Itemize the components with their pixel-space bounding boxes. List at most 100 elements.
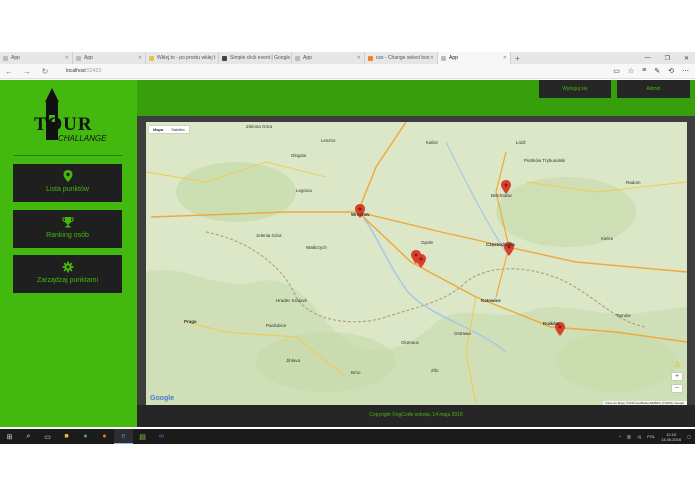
file-explorer-icon[interactable]: ■	[57, 429, 76, 444]
restore-icon[interactable]: ❐	[665, 55, 670, 62]
city-label: Radom	[626, 180, 641, 185]
sidebar-item-label: Ranking osób	[46, 232, 89, 239]
zoom-out-button[interactable]: −	[672, 385, 682, 392]
map-type-map[interactable]: Mapa	[149, 126, 167, 133]
window-controls: — ❐ ✕	[645, 55, 695, 62]
gear-icon	[62, 261, 73, 273]
city-label: Pardubice	[266, 323, 287, 328]
page-icon	[222, 55, 227, 61]
page-icon	[149, 55, 154, 61]
back-icon[interactable]: ←	[0, 67, 18, 76]
street-view-icon[interactable]: ♙	[674, 360, 681, 369]
city-label: Zlín	[431, 368, 439, 373]
browser-tab[interactable]: css - Change select box opt✕	[365, 52, 438, 64]
share-icon[interactable]: ⟲	[668, 67, 674, 75]
minimize-icon[interactable]: —	[645, 55, 651, 62]
close-window-icon[interactable]: ✕	[684, 55, 689, 62]
map-type-control: Mapa Satelita	[149, 126, 189, 133]
logo-subtitle: CHALLANGE	[58, 134, 107, 143]
forward-icon[interactable]: →	[18, 67, 36, 76]
browser-tab[interactable]: App ✕	[73, 52, 146, 64]
city-label: Ostrawa	[454, 331, 471, 336]
city-label: Legnica	[296, 188, 312, 193]
edge-icon[interactable]: e	[114, 429, 133, 444]
city-label: Praga	[184, 319, 197, 324]
city-label: Kalisz	[426, 140, 439, 145]
browser-tab[interactable]: App ✕	[0, 52, 73, 64]
city-label: Katowice	[481, 298, 501, 303]
browser-tab-active[interactable]: App ✕	[438, 52, 511, 64]
city-label: Opole	[421, 240, 434, 245]
logout-button[interactable]: Wyloguj się	[539, 80, 611, 98]
visual-studio-icon[interactable]: ∞	[152, 429, 171, 444]
page-icon	[295, 55, 300, 61]
divider	[14, 155, 122, 156]
sidebar-item-label: Zarządzaj punktami	[36, 277, 99, 284]
new-tab-button[interactable]: +	[511, 54, 520, 63]
map-type-satellite[interactable]: Satelita	[167, 126, 188, 133]
copyright-text: Copyright ©ngCode sobota, 14 maja 2016	[369, 412, 463, 418]
language-indicator[interactable]: POL	[647, 434, 655, 439]
clock[interactable]: 12:10 14.05.2016	[661, 432, 681, 442]
city-label: Jelenia Góra	[256, 233, 282, 238]
close-icon[interactable]: ✕	[65, 55, 72, 61]
browser-tab[interactable]: Wklej.to - po prostu wklej t	[146, 52, 219, 64]
screen-top-margin	[0, 0, 695, 52]
search-icon[interactable]: ⌕	[19, 429, 38, 444]
network-icon[interactable]: ▥	[627, 434, 631, 439]
browser-tab[interactable]: Simple click event | Google	[219, 52, 292, 64]
map-canvas: Zielona Góra Leszno Kalisz Łódź Głogów P…	[146, 122, 687, 405]
screen-bottom-margin	[0, 444, 695, 494]
close-icon[interactable]: ✕	[503, 55, 510, 61]
close-icon[interactable]: ✕	[357, 55, 364, 61]
zoom-in-button[interactable]: +	[672, 373, 682, 380]
close-icon[interactable]: ✕	[430, 55, 437, 61]
google-logo: Google	[150, 395, 175, 402]
city-label: Głogów	[291, 153, 307, 158]
city-label: Zielona Góra	[246, 124, 273, 129]
notifications-icon[interactable]: ▢	[687, 434, 691, 439]
city-label: Wałbrzych	[306, 245, 327, 250]
city-label: Bełchatów	[491, 193, 513, 198]
firefox-icon[interactable]: ●	[95, 429, 114, 444]
windows-taskbar: ⊞ ⌕ ▭ ■ ● ● e ▤ ∞ ^ ▥ ◁) POL 12:10 14.05…	[0, 429, 695, 444]
system-tray: ^ ▥ ◁) POL 12:10 14.05.2016 ▢	[619, 432, 695, 442]
city-label: Piotrków Trybunalski	[524, 158, 565, 163]
page-icon	[368, 55, 373, 61]
map-view[interactable]: Zielona Góra Leszno Kalisz Łódź Głogów P…	[146, 122, 687, 405]
browser-toolbar: ▭ ☆ ≡ ✎ ⟲ ⋯	[613, 67, 695, 75]
city-label: Kraków	[543, 321, 560, 326]
reading-view-icon[interactable]: ▭	[613, 67, 620, 75]
chrome-icon[interactable]: ●	[76, 429, 95, 444]
city-label: Kielce	[601, 236, 614, 241]
address-bar: ← → ↻ localhost:52423 ▭ ☆ ≡ ✎ ⟲ ⋯	[0, 64, 695, 79]
clock-date: 14.05.2016	[661, 436, 682, 442]
sidebar: TOUR CHALLANGE Lista punktów Ranking osó…	[0, 80, 137, 427]
web-note-icon[interactable]: ✎	[654, 67, 660, 75]
browser-tab[interactable]: App ✕	[292, 52, 365, 64]
trophy-icon	[62, 217, 73, 228]
app-header: Wyloguj się Admin	[137, 80, 695, 116]
windows-start-icon[interactable]: ⊞	[0, 429, 19, 444]
more-icon[interactable]: ⋯	[682, 67, 689, 75]
favorite-star-icon[interactable]: ☆	[628, 67, 634, 75]
sidebar-item-label: Lista punktów	[46, 186, 89, 193]
notepad-icon[interactable]: ▤	[133, 429, 152, 444]
logo: TOUR CHALLANGE	[30, 88, 110, 146]
city-label: Wrocław	[351, 212, 370, 217]
tray-chevron-icon[interactable]: ^	[619, 434, 621, 439]
sidebar-item-ranking[interactable]: Ranking osób	[13, 210, 122, 248]
city-label: Leszno	[321, 138, 336, 143]
task-view-icon[interactable]: ▭	[38, 429, 57, 444]
city-label: Jihlava	[286, 358, 301, 363]
sidebar-item-zarzadzaj[interactable]: Zarządzaj punktami	[13, 255, 122, 293]
close-icon[interactable]: ✕	[138, 55, 145, 61]
footer: Copyright ©ngCode sobota, 14 maja 2016	[137, 405, 695, 427]
app-root: TOUR CHALLANGE Lista punktów Ranking osó…	[0, 80, 695, 427]
refresh-icon[interactable]: ↻	[36, 67, 54, 76]
hub-icon[interactable]: ≡	[642, 67, 646, 75]
sidebar-item-lista-punktow[interactable]: Lista punktów	[13, 164, 122, 202]
admin-button[interactable]: Admin	[617, 80, 690, 98]
volume-icon[interactable]: ◁)	[637, 434, 641, 439]
url-field[interactable]: localhost:52423	[66, 68, 101, 74]
